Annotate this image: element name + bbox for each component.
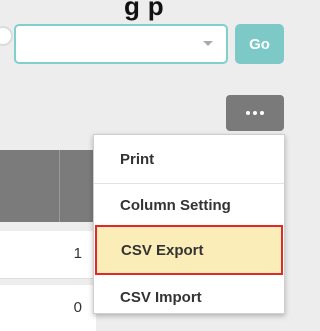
status-icon — [0, 26, 13, 46]
table-row: 1 — [0, 231, 96, 279]
menu-item-column-setting[interactable]: Column Setting — [94, 183, 284, 227]
more-dots-icon — [246, 111, 250, 115]
table-row: 0 — [0, 285, 96, 331]
filter-select[interactable] — [14, 24, 228, 64]
more-options-menu: Print Column Setting CSV Export CSV Impo… — [93, 134, 285, 314]
menu-item-print[interactable]: Print — [94, 137, 284, 181]
table-cell: 1 — [73, 245, 82, 262]
menu-item-csv-import[interactable]: CSV Import — [94, 275, 284, 319]
table-cell: 0 — [73, 299, 82, 316]
menu-item-csv-export[interactable]: CSV Export — [95, 225, 283, 275]
header-divider — [59, 150, 60, 222]
more-dots-icon-dot — [260, 111, 264, 115]
table-header — [0, 150, 98, 222]
chevron-down-icon — [203, 41, 213, 46]
page-title-partial: g p — [124, 0, 164, 21]
more-dots-icon-dot — [253, 111, 257, 115]
go-button[interactable]: Go — [235, 24, 284, 64]
more-options-button[interactable] — [226, 95, 284, 131]
